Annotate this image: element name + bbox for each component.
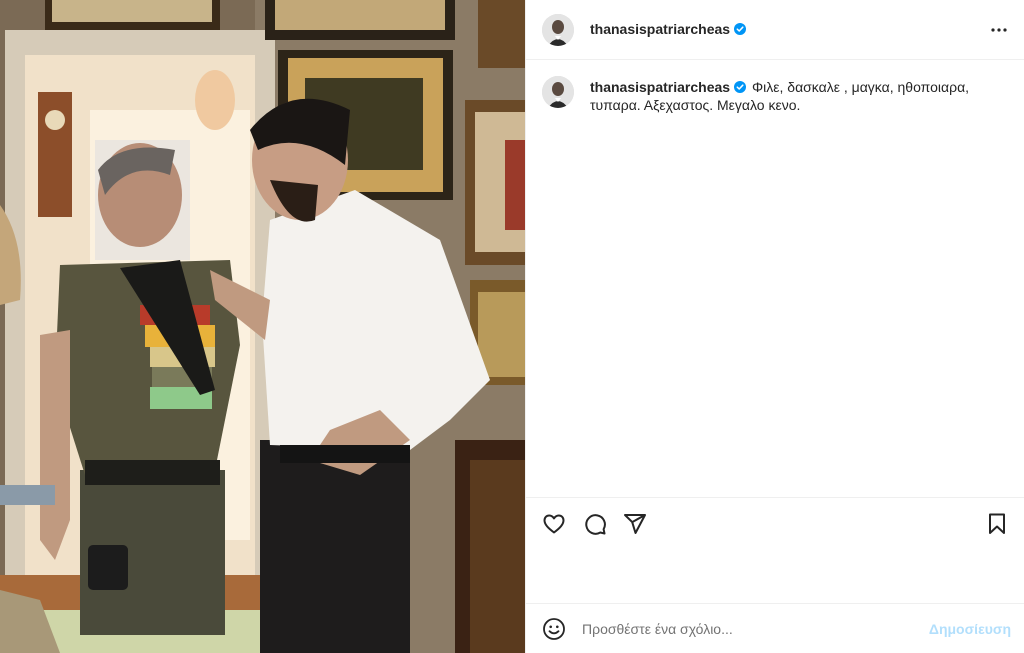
instagram-post: thanasispatriarcheas thanasispatriarchea… <box>0 0 1024 653</box>
share-icon[interactable] <box>623 512 647 536</box>
post-comment-button[interactable]: Δημοσίευση <box>929 621 1011 637</box>
caption-avatar[interactable] <box>542 76 574 108</box>
post-header: thanasispatriarcheas <box>526 0 1024 60</box>
verified-badge-icon <box>734 81 747 93</box>
avatar-image <box>542 76 574 108</box>
username-text[interactable]: thanasispatriarcheas <box>590 79 730 95</box>
comment-icon[interactable] <box>583 512 607 536</box>
avatar-image <box>542 14 574 46</box>
username-text[interactable]: thanasispatriarcheas <box>590 21 730 37</box>
post-photo[interactable] <box>0 0 525 653</box>
verified-badge-icon <box>734 23 747 35</box>
caption-username[interactable]: thanasispatriarcheas <box>590 79 747 95</box>
action-bar <box>526 497 1024 549</box>
caption-body: thanasispatriarcheas Φιλε, δασκαλε , μαγ… <box>590 78 1010 114</box>
heart-icon[interactable] <box>542 512 566 536</box>
more-options-icon[interactable] <box>987 18 1011 42</box>
emoji-icon[interactable] <box>542 617 566 641</box>
photo-illustration <box>0 0 525 653</box>
author-username[interactable]: thanasispatriarcheas <box>590 21 747 37</box>
avatar[interactable] <box>542 14 574 46</box>
comment-input[interactable] <box>582 618 912 640</box>
comment-bar: Δημοσίευση <box>526 603 1024 653</box>
bookmark-icon[interactable] <box>985 512 1009 536</box>
post-details-panel: thanasispatriarcheas thanasispatriarchea… <box>525 0 1024 653</box>
